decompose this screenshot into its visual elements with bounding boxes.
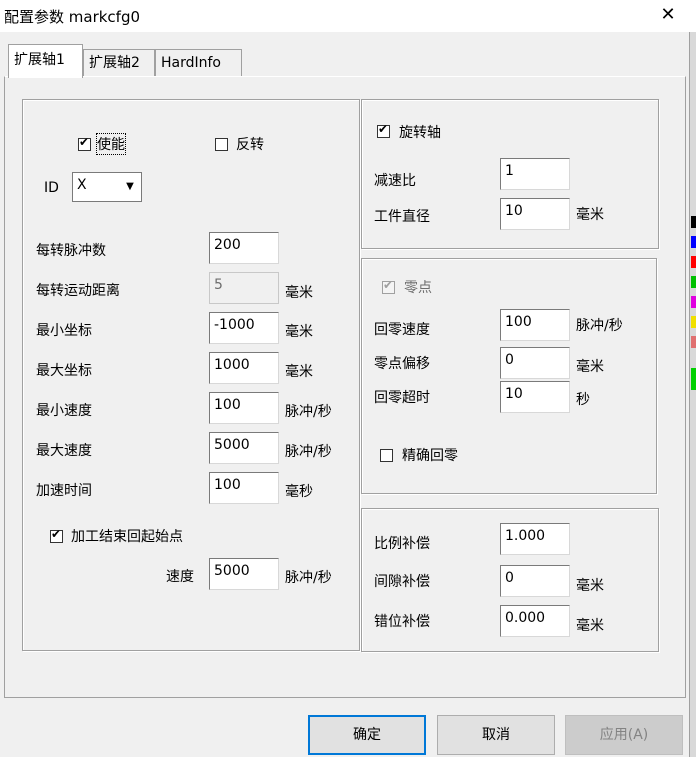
tab-panel: 使能 反转 ID X ▼ 每转脉冲数 200 每转运动距离 5 毫米 最小坐标 …: [4, 76, 686, 698]
return-start-label: 加工结束回起始点: [71, 529, 183, 545]
ratio-input[interactable]: 1: [500, 158, 570, 190]
tab-label: HardInfo: [161, 55, 221, 71]
accel-time-input[interactable]: 100: [209, 472, 279, 504]
pulses-per-rev-input[interactable]: 200: [209, 232, 279, 264]
min-coord-unit: 毫米: [285, 324, 313, 340]
home-speed-unit: 脉冲/秒: [576, 318, 623, 334]
min-speed-unit: 脉冲/秒: [285, 404, 332, 420]
swatch: [691, 276, 696, 288]
tab-hardinfo[interactable]: HardInfo: [155, 49, 242, 77]
home-timeout-label: 回零超时: [374, 390, 430, 406]
cancel-button[interactable]: 取消: [437, 715, 555, 755]
precise-home-label: 精确回零: [402, 448, 458, 464]
reverse-checkbox[interactable]: [215, 138, 228, 151]
apply-button: 应用(A): [565, 715, 683, 755]
max-coord-unit: 毫米: [285, 364, 313, 380]
diameter-unit: 毫米: [576, 207, 604, 223]
scale-comp-label: 比例补偿: [374, 536, 430, 552]
max-speed-input[interactable]: 5000: [209, 432, 279, 464]
return-start-checkbox[interactable]: [50, 527, 63, 543]
id-value: X: [77, 177, 87, 193]
title-bar: 配置参数 markcfg0 ✕: [0, 0, 696, 32]
pulses-per-rev-label: 每转脉冲数: [36, 243, 106, 259]
max-speed-unit: 脉冲/秒: [285, 444, 332, 460]
return-speed-unit: 脉冲/秒: [285, 570, 332, 586]
home-offset-input[interactable]: 0: [500, 347, 570, 379]
rotary-group: 旋转轴 减速比 1 工件直径 10 毫米: [361, 99, 659, 249]
home-speed-label: 回零速度: [374, 322, 430, 338]
accel-time-unit: 毫秒: [285, 484, 313, 500]
ok-button[interactable]: 确定: [308, 715, 426, 755]
enable-label: 使能: [96, 133, 126, 155]
min-coord-label: 最小坐标: [36, 323, 92, 339]
swatch: [691, 216, 696, 228]
accel-time-label: 加速时间: [36, 483, 92, 499]
gap-comp-label: 间隙补偿: [374, 574, 430, 590]
max-speed-label: 最大速度: [36, 443, 92, 459]
tab-axis-1[interactable]: 扩展轴1: [8, 44, 83, 78]
swatch: [691, 256, 696, 268]
swatch: [691, 296, 696, 308]
distance-per-rev-unit: 毫米: [285, 285, 313, 301]
gap-comp-input[interactable]: 0: [500, 565, 570, 597]
home-offset-unit: 毫米: [576, 359, 604, 375]
min-speed-input[interactable]: 100: [209, 392, 279, 424]
rotary-checkbox[interactable]: [377, 122, 390, 138]
max-coord-label: 最大坐标: [36, 363, 92, 379]
home-group: 零点 回零速度 100 脉冲/秒 零点偏移 0 毫米 回零超时 10 秒 精确回…: [361, 258, 657, 494]
min-coord-input[interactable]: -1000: [209, 312, 279, 344]
diameter-input[interactable]: 10: [500, 198, 570, 230]
id-label: ID: [44, 180, 59, 196]
swatch: [691, 236, 696, 248]
home-timeout-input[interactable]: 10: [500, 381, 570, 413]
diameter-label: 工件直径: [374, 209, 430, 225]
offset-comp-label: 错位补偿: [374, 614, 430, 630]
rotary-label: 旋转轴: [399, 125, 441, 141]
min-speed-label: 最小速度: [36, 403, 92, 419]
ratio-label: 减速比: [374, 173, 416, 189]
swatch: [691, 336, 696, 348]
distance-per-rev-input: 5: [209, 272, 279, 304]
max-coord-input[interactable]: 1000: [209, 352, 279, 384]
precise-home-checkbox[interactable]: [380, 449, 393, 462]
enable-checkbox[interactable]: [78, 135, 91, 151]
id-select[interactable]: X ▼: [72, 172, 142, 202]
tab-label: 扩展轴2: [89, 55, 140, 71]
offset-comp-input[interactable]: 0.000: [500, 605, 570, 637]
axis-params-group: 使能 反转 ID X ▼ 每转脉冲数 200 每转运动距离 5 毫米 最小坐标 …: [22, 99, 360, 651]
close-icon[interactable]: ✕: [656, 2, 680, 28]
return-speed-label: 速度: [166, 569, 194, 585]
tab-label: 扩展轴1: [14, 52, 65, 68]
window-title: 配置参数 markcfg0: [4, 8, 141, 26]
home-checkbox: [382, 278, 395, 294]
reverse-label: 反转: [236, 137, 264, 153]
swatch: [691, 368, 696, 390]
gap-comp-unit: 毫米: [576, 578, 604, 594]
swatch: [691, 316, 696, 328]
home-label: 零点: [404, 280, 432, 296]
offset-comp-unit: 毫米: [576, 618, 604, 634]
scale-comp-input[interactable]: 1.000: [500, 523, 570, 555]
background-window-edge: [689, 32, 696, 757]
home-timeout-unit: 秒: [576, 392, 590, 408]
return-speed-input[interactable]: 5000: [209, 558, 279, 590]
compensation-group: 比例补偿 1.000 间隙补偿 0 毫米 错位补偿 0.000 毫米: [361, 508, 659, 652]
home-speed-input[interactable]: 100: [500, 309, 570, 341]
distance-per-rev-label: 每转运动距离: [36, 283, 120, 299]
home-offset-label: 零点偏移: [374, 356, 430, 372]
chevron-down-icon[interactable]: ▼: [120, 174, 140, 200]
tab-axis-2[interactable]: 扩展轴2: [83, 49, 155, 77]
